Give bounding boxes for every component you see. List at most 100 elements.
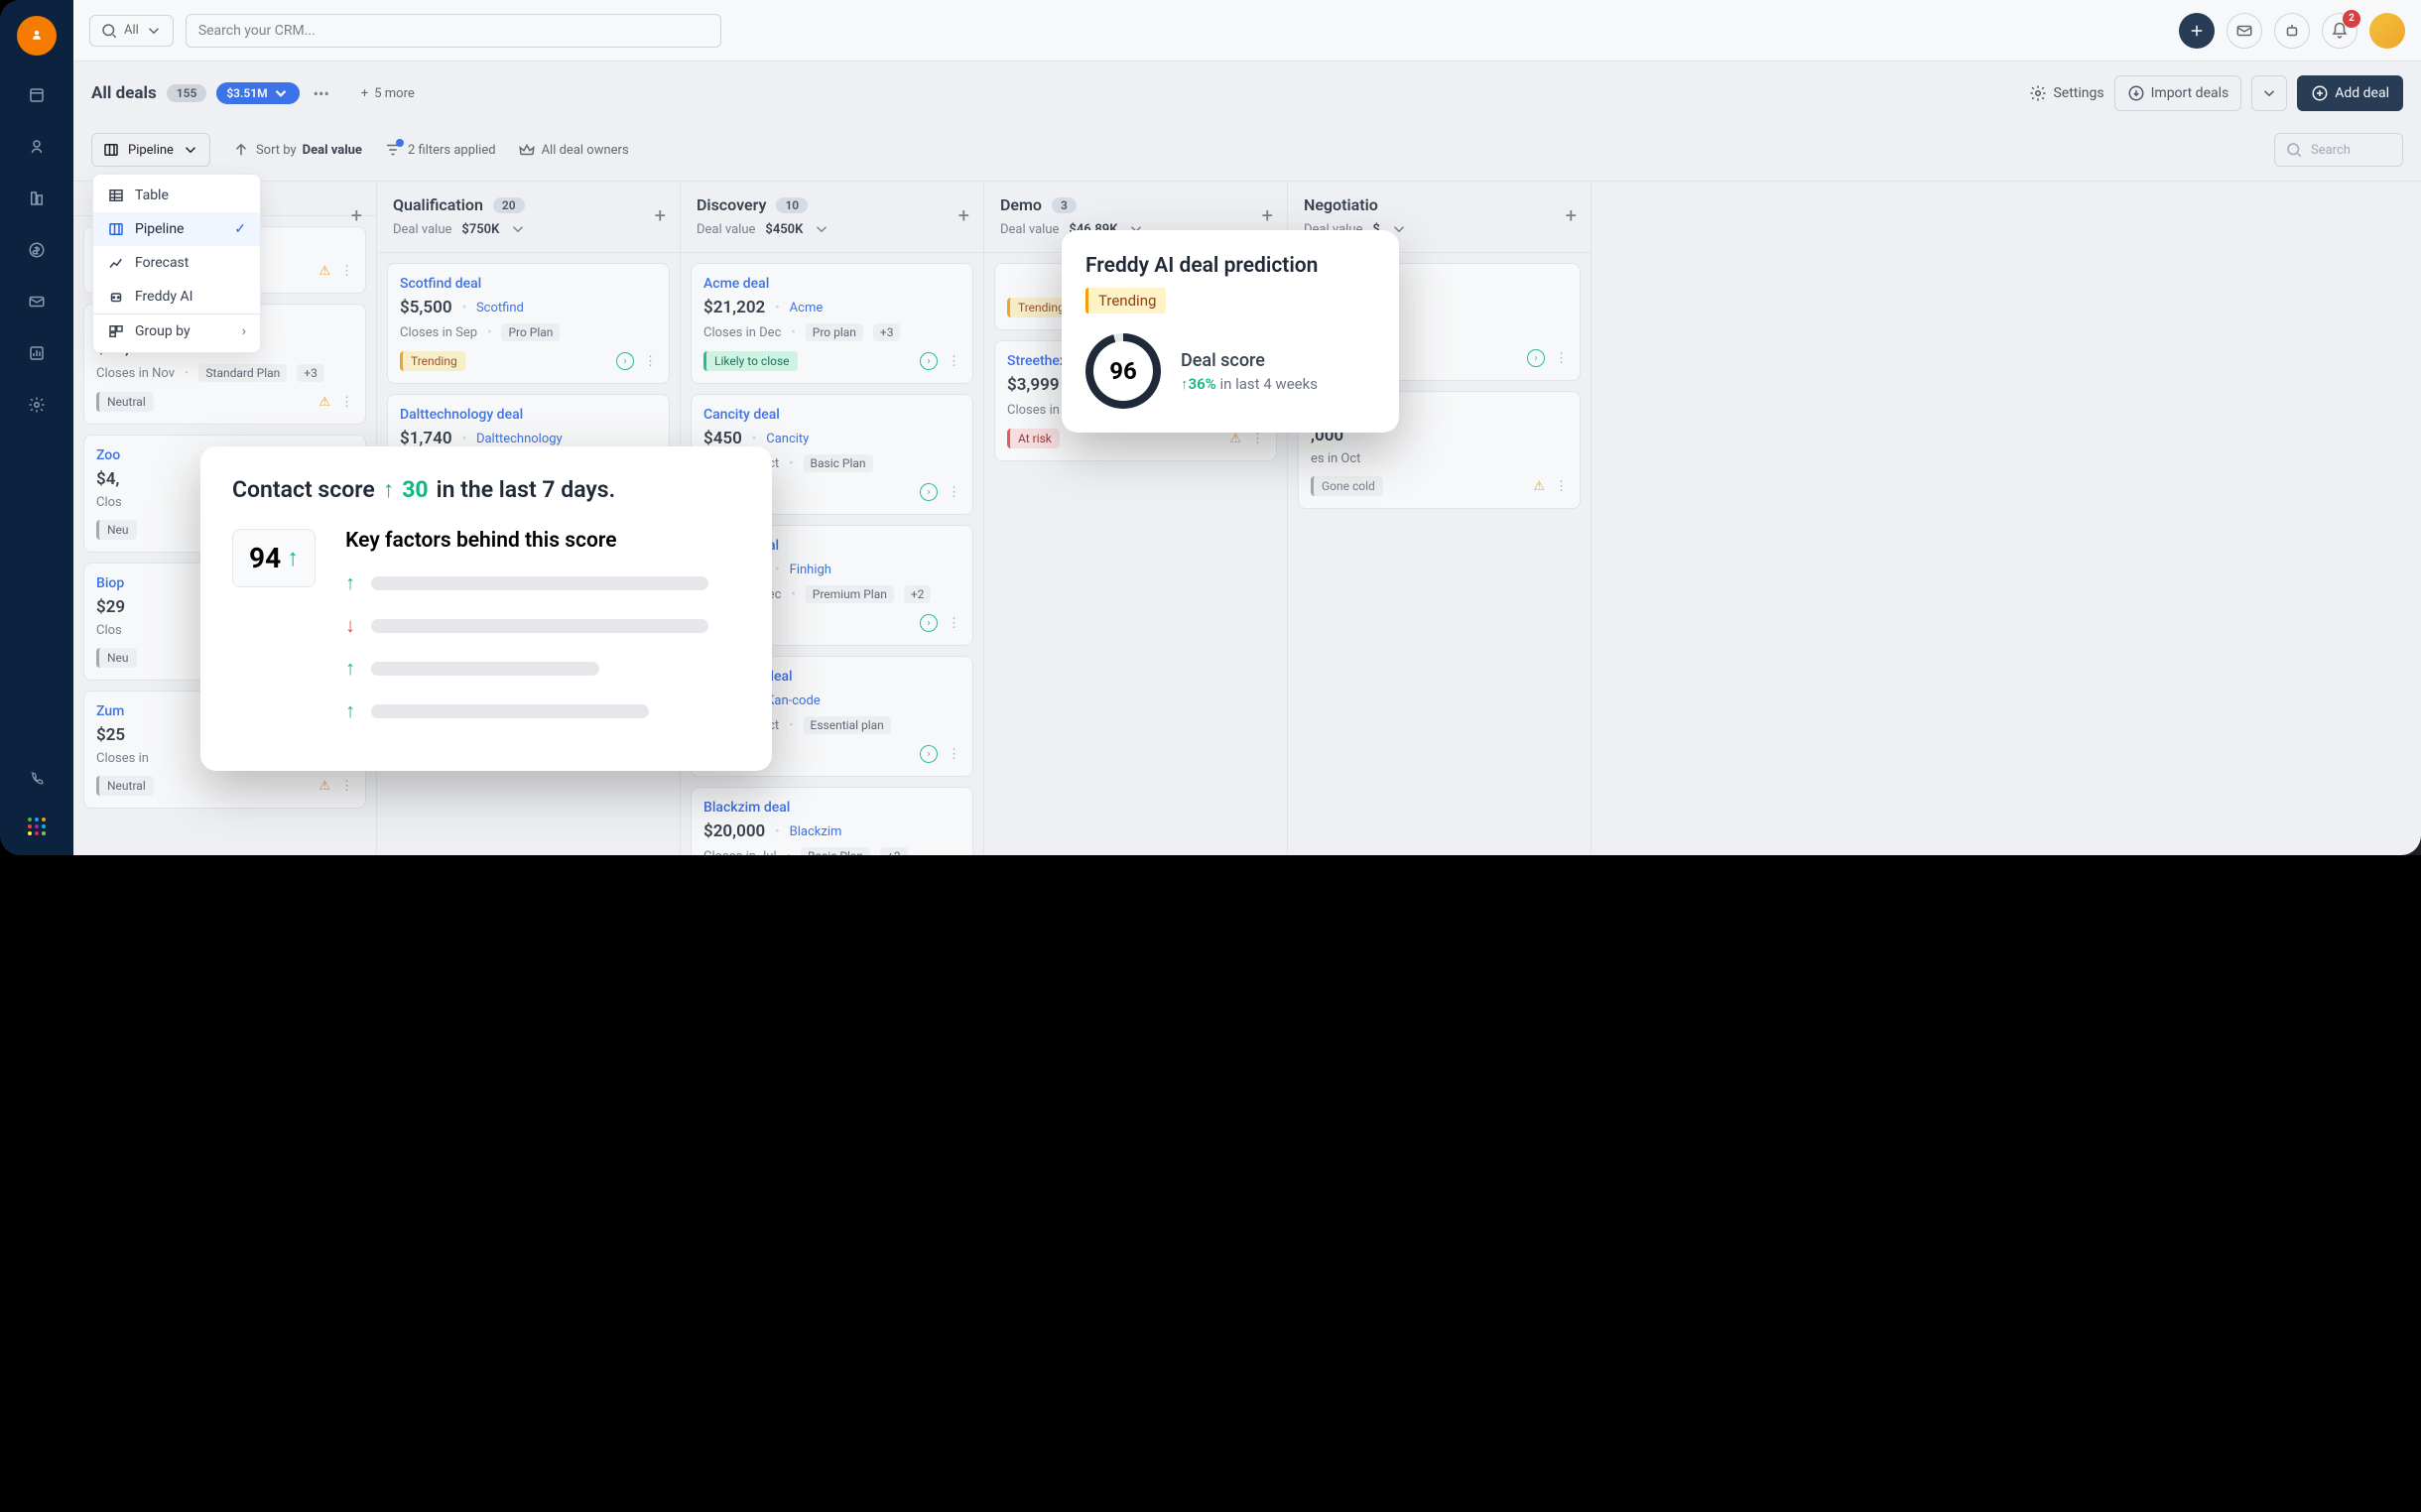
- filters-applied[interactable]: 2 filters applied: [384, 141, 496, 159]
- nav-phone-icon[interactable]: [25, 766, 49, 790]
- deal-card[interactable]: Blackzim deal $20,000•Blackzim Closes in…: [691, 787, 973, 855]
- chevron-down-icon: [813, 220, 830, 238]
- card-status: At risk: [1007, 429, 1060, 448]
- add-card-button[interactable]: +: [1566, 203, 1577, 227]
- card-plan-tag: Essential plan: [804, 716, 891, 734]
- topbar: All 2: [73, 0, 2421, 62]
- card-company[interactable]: Dalttechnology: [476, 432, 563, 446]
- columns-icon: [107, 220, 125, 238]
- add-card-button[interactable]: +: [1262, 203, 1273, 227]
- card-company[interactable]: Kan-code: [766, 693, 820, 708]
- card-menu-button[interactable]: ⋮: [948, 747, 960, 762]
- settings-button[interactable]: Settings: [2029, 84, 2103, 102]
- nav-reports-icon[interactable]: [25, 341, 49, 365]
- view-selector[interactable]: Pipeline Table Pipeline✓ Forecast Freddy…: [91, 133, 210, 167]
- nav-deals-icon[interactable]: [25, 238, 49, 262]
- filter-bar: Pipeline Table Pipeline✓ Forecast Freddy…: [73, 125, 2421, 181]
- card-company[interactable]: Scotfind: [476, 301, 524, 315]
- card-amount: $20,000: [703, 821, 765, 841]
- card-extra-tag: +2: [880, 847, 908, 855]
- add-card-button[interactable]: +: [351, 203, 362, 227]
- prediction-badge: Trending: [1085, 288, 1166, 314]
- global-search-input[interactable]: [186, 14, 721, 48]
- notification-badge: 2: [2343, 10, 2360, 28]
- card-company[interactable]: Finhigh: [790, 563, 831, 577]
- score-period: in the last 7 days.: [437, 476, 616, 503]
- check-circle-icon: ›: [920, 614, 938, 632]
- column-count: 10: [776, 197, 808, 213]
- card-status: Neu: [96, 648, 137, 668]
- freddy-button[interactable]: [2274, 13, 2310, 49]
- main-content: All 2 All deals 155 $3.51M ••• + 5 more …: [73, 0, 2421, 855]
- view-option-table[interactable]: Table: [93, 179, 260, 212]
- card-menu-button[interactable]: ⋮: [1251, 432, 1264, 446]
- app-logo[interactable]: [17, 16, 57, 56]
- arrow-up-icon: ↑: [345, 698, 355, 723]
- nav-dashboard-icon[interactable]: [25, 83, 49, 107]
- view-option-pipeline[interactable]: Pipeline✓: [93, 212, 260, 246]
- card-menu-button[interactable]: ⋮: [1555, 351, 1568, 366]
- card-title: Scotfind deal: [400, 276, 657, 292]
- warning-icon: ⚠: [1229, 432, 1241, 446]
- nav-apps-icon[interactable]: [28, 818, 46, 835]
- add-deal-button[interactable]: Add deal: [2297, 75, 2403, 111]
- deal-count-pill: 155: [167, 84, 207, 102]
- page-header: All deals 155 $3.51M ••• + 5 more Settin…: [73, 62, 2421, 125]
- column-title: Demo: [1000, 195, 1042, 214]
- mail-button[interactable]: [2227, 13, 2262, 49]
- card-menu-button[interactable]: ⋮: [340, 779, 353, 794]
- view-option-freddy[interactable]: Freddy AI: [93, 280, 260, 314]
- chevron-down-icon: [145, 22, 163, 40]
- view-option-groupby[interactable]: Group by›: [93, 314, 260, 348]
- robot-icon: [107, 288, 125, 306]
- card-menu-button[interactable]: ⋮: [644, 354, 657, 369]
- card-menu-button[interactable]: ⋮: [948, 354, 960, 369]
- card-menu-button[interactable]: ⋮: [1555, 479, 1568, 494]
- card-menu-button[interactable]: ⋮: [948, 616, 960, 631]
- nav-contacts-icon[interactable]: [25, 135, 49, 159]
- card-company[interactable]: Cancity: [766, 432, 809, 446]
- column-count: 20: [493, 197, 525, 213]
- card-amount: $450: [703, 429, 742, 448]
- card-amount: $4,: [96, 469, 119, 489]
- card-menu-button[interactable]: ⋮: [340, 395, 353, 410]
- score-ring: 96: [1085, 333, 1161, 409]
- notifications-button[interactable]: 2: [2322, 13, 2357, 49]
- deal-card[interactable]: Acme deal $21,202•Acme Closes in Dec•Pro…: [691, 263, 973, 384]
- add-card-button[interactable]: +: [655, 203, 666, 227]
- card-menu-button[interactable]: ⋮: [948, 485, 960, 500]
- board-search-input[interactable]: Search: [2274, 133, 2403, 167]
- arrow-down-icon: ↓: [345, 613, 355, 638]
- card-status: Gone cold: [1311, 476, 1383, 496]
- factor-row: ↑: [345, 570, 740, 595]
- quick-add-button[interactable]: [2179, 13, 2215, 49]
- owner-filter[interactable]: All deal owners: [518, 141, 629, 159]
- import-dropdown-button[interactable]: [2251, 75, 2287, 111]
- deal-value-label: Deal value: [393, 222, 451, 237]
- deal-value-label: Deal value: [697, 222, 755, 237]
- user-avatar[interactable]: [2369, 13, 2405, 49]
- import-deals-button[interactable]: Import deals: [2114, 75, 2242, 111]
- factor-row: ↓: [345, 613, 740, 638]
- sort-selector[interactable]: Sort by Deal value: [232, 141, 362, 159]
- card-company[interactable]: Acme: [790, 301, 824, 315]
- check-circle-icon: ›: [920, 745, 938, 763]
- deal-amount-pill[interactable]: $3.51M: [216, 82, 299, 104]
- card-menu-button[interactable]: ⋮: [340, 264, 353, 279]
- left-nav: [0, 0, 73, 855]
- columns-icon: [102, 141, 120, 159]
- card-closes: Closes in Dec: [703, 325, 781, 340]
- more-views-link[interactable]: + 5 more: [361, 86, 415, 101]
- nav-settings-icon[interactable]: [25, 393, 49, 417]
- deal-value-amount: $750K: [461, 222, 499, 237]
- more-options-button[interactable]: •••: [310, 80, 333, 107]
- view-option-forecast[interactable]: Forecast: [93, 246, 260, 280]
- search-scope-selector[interactable]: All: [89, 15, 174, 47]
- add-card-button[interactable]: +: [958, 203, 969, 227]
- card-extra-tag: +2: [904, 585, 932, 603]
- nav-mail-icon[interactable]: [25, 290, 49, 314]
- nav-accounts-icon[interactable]: [25, 187, 49, 210]
- deal-card[interactable]: Scotfind deal $5,500•Scotfind Closes in …: [387, 263, 670, 384]
- group-icon: [107, 322, 125, 340]
- card-company[interactable]: Blackzim: [790, 824, 842, 839]
